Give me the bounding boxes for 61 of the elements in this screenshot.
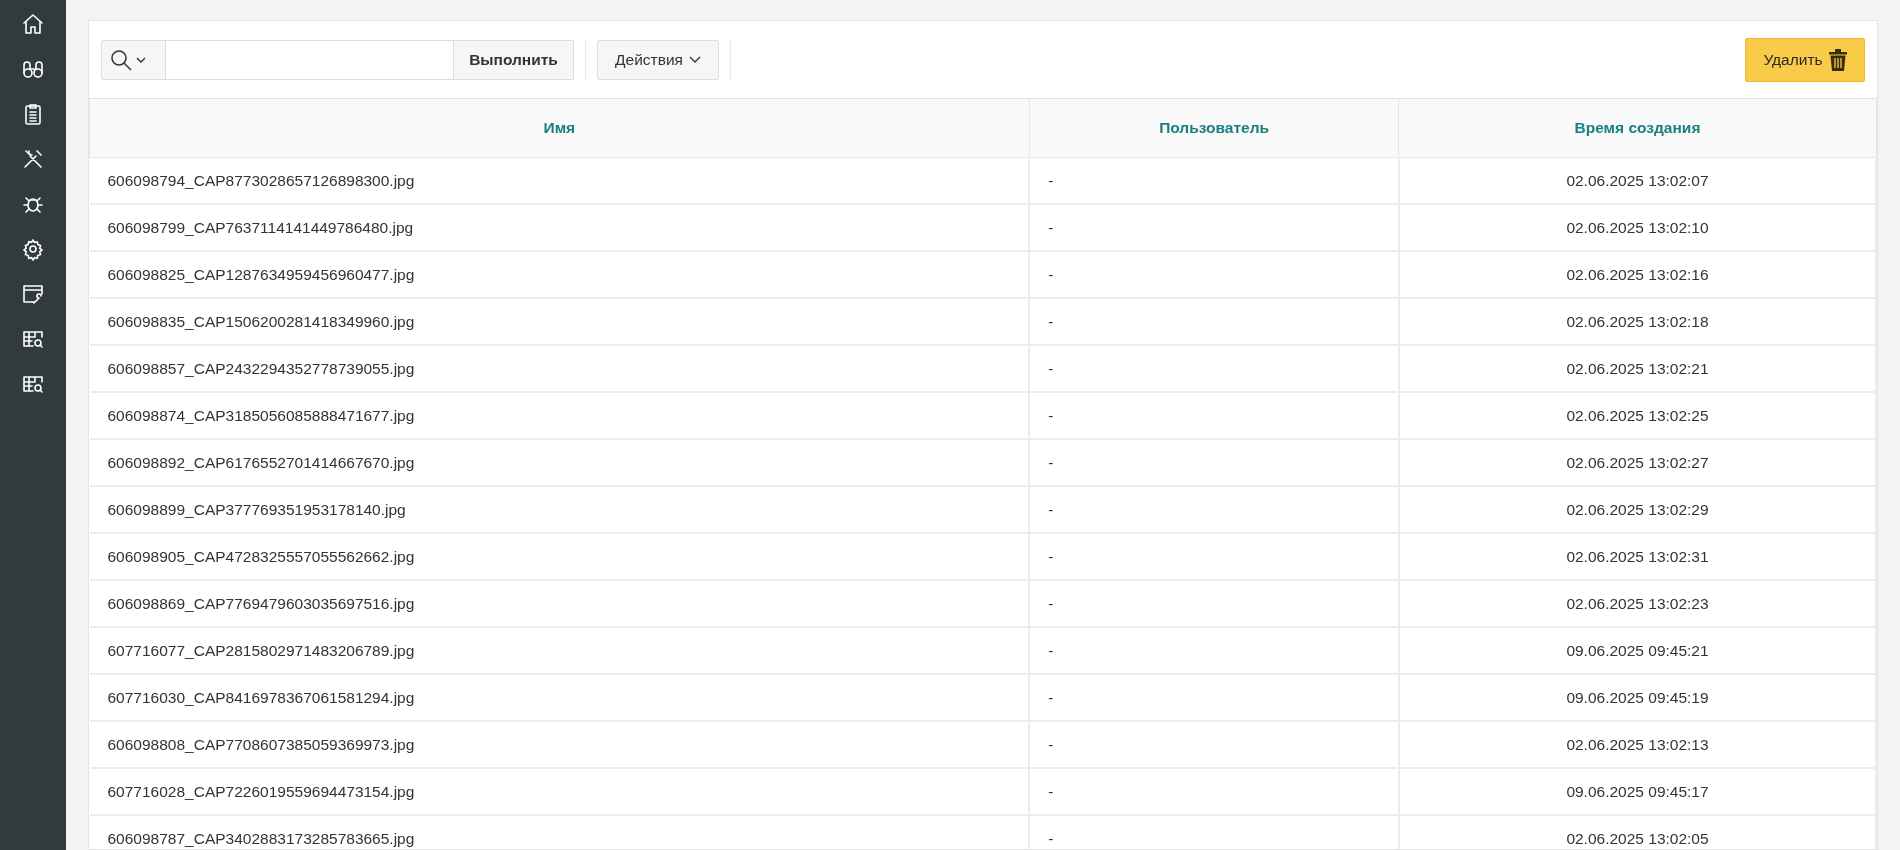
table-cell: - (1029, 674, 1399, 721)
table-cell: 02.06.2025 13:02:05 (1399, 815, 1876, 849)
table-cell: 606098799_CAP7637114141449786480.jpg (89, 204, 1030, 251)
table-cell: 02.06.2025 13:02:29 (1399, 486, 1876, 533)
table-cell: 02.06.2025 13:02:18 (1399, 298, 1876, 345)
table-cell: 02.06.2025 13:02:21 (1399, 345, 1876, 392)
table-cell: 09.06.2025 09:45:21 (1399, 627, 1876, 674)
table-cell: - (1029, 392, 1399, 439)
table-cell: 606098857_CAP2432294352778739055.jpg (89, 345, 1030, 392)
table-cell: 607716028_CAP7226019559694473154.jpg (89, 768, 1030, 815)
search-options-button[interactable] (101, 40, 166, 80)
table-cell: 606098892_CAP6176552701414667670.jpg (89, 439, 1030, 486)
window-wrench-icon[interactable] (21, 282, 45, 306)
table-cell: 02.06.2025 13:02:10 (1399, 204, 1876, 251)
table-cell: - (1029, 768, 1399, 815)
search-icon (110, 49, 132, 71)
chevron-down-icon (688, 56, 701, 64)
table-cell: 606098787_CAP3402883173285783665.jpg (89, 815, 1030, 849)
go-button[interactable]: Выполнить (453, 40, 574, 80)
actions-button[interactable]: Действия (597, 40, 719, 80)
table-cell: 09.06.2025 09:45:17 (1399, 768, 1876, 815)
column-header[interactable]: Время создания (1399, 98, 1876, 158)
table-cell: - (1029, 251, 1399, 298)
table-cell: 02.06.2025 13:02:31 (1399, 533, 1876, 580)
table-cell: - (1029, 157, 1399, 204)
table-cell: - (1029, 298, 1399, 345)
gear-icon[interactable] (21, 237, 45, 261)
table-cell: 09.06.2025 09:45:19 (1399, 674, 1876, 721)
table-cell: 606098874_CAP3185056085888471677.jpg (89, 392, 1030, 439)
table-cell: 607716030_CAP8416978367061581294.jpg (89, 674, 1030, 721)
table-cell: - (1029, 627, 1399, 674)
tools-icon[interactable] (21, 147, 45, 171)
table-cell: - (1029, 721, 1399, 768)
table-cell: 02.06.2025 13:02:13 (1399, 721, 1876, 768)
table-cell: 606098835_CAP1506200281418349960.jpg (89, 298, 1030, 345)
table-cell: 606098905_CAP4728325557055562662.jpg (89, 533, 1030, 580)
table-cell: 606098869_CAP7769479603035697516.jpg (89, 580, 1030, 627)
trash-icon (1828, 49, 1847, 71)
column-header[interactable]: Имя (89, 98, 1030, 158)
table-cell: 606098794_CAP8773028657126898300.jpg (89, 157, 1030, 204)
table-cell: 606098825_CAP1287634959456960477.jpg (89, 251, 1030, 298)
table-cell: - (1029, 204, 1399, 251)
table-cell: 02.06.2025 13:02:16 (1399, 251, 1876, 298)
table-cell: - (1029, 345, 1399, 392)
table-cell: 607716077_CAP2815802971483206789.jpg (89, 627, 1030, 674)
table-cell: 02.06.2025 13:02:27 (1399, 439, 1876, 486)
delete-button[interactable]: Удалить (1745, 38, 1865, 82)
table-cell: 02.06.2025 13:02:23 (1399, 580, 1876, 627)
chevron-down-icon (136, 57, 146, 63)
table-cell: 02.06.2025 13:02:25 (1399, 392, 1876, 439)
table-cell: 606098899_CAP377769351953178140.jpg (89, 486, 1030, 533)
search-field[interactable] (166, 40, 453, 80)
table-cell: - (1029, 533, 1399, 580)
column-header[interactable]: Пользователь (1029, 98, 1399, 158)
table-cell: 02.06.2025 13:02:07 (1399, 157, 1876, 204)
table-cell: - (1029, 580, 1399, 627)
table-cell: - (1029, 486, 1399, 533)
table-cell: 606098808_CAP7708607385059369973.jpg (89, 721, 1030, 768)
home-icon[interactable] (21, 12, 45, 36)
table-cell: - (1029, 439, 1399, 486)
table-cell: - (1029, 815, 1399, 849)
